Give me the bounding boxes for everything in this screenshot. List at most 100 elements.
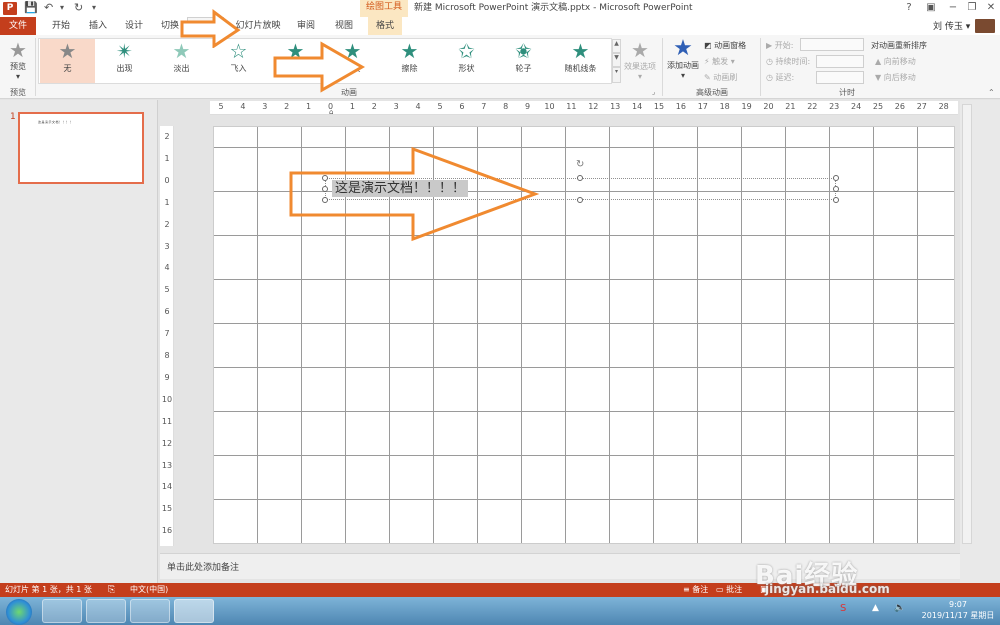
tab-slideshow[interactable]: 幻灯片放映 (232, 17, 284, 35)
ruler-tick-label: 1 (164, 197, 170, 207)
duration-label: ◷ 持续时间: (766, 57, 811, 66)
delay-input[interactable] (816, 71, 864, 84)
minimize-button[interactable]: − (944, 1, 962, 15)
taskbar-explorer-icon[interactable] (86, 599, 126, 623)
ruler-tick-label: 26 (894, 102, 905, 111)
avatar[interactable] (975, 19, 995, 33)
ruler-tick-label: 14 (632, 102, 643, 111)
animation-fly-in[interactable]: ☆ 飞入 (211, 39, 266, 83)
animation-none[interactable]: ★ 无 (40, 39, 95, 83)
ruler-tick-label: 7 (164, 329, 170, 339)
resize-handle[interactable] (833, 186, 839, 192)
collapse-ribbon-icon[interactable]: ⌃ (988, 88, 995, 97)
undo-icon[interactable]: ↶ (44, 1, 53, 15)
spellcheck-icon[interactable]: ⎘ (108, 583, 115, 597)
rotate-handle-icon[interactable]: ↻ (576, 159, 584, 170)
ruler-tick-label: 20 (763, 102, 774, 111)
notes-placeholder[interactable]: 单击此处添加备注 (167, 560, 239, 573)
volume-icon[interactable]: 🔈 (894, 603, 905, 613)
trigger-button[interactable]: ⚡ 触发 ▾ (704, 56, 735, 67)
tab-view[interactable]: 视图 (330, 17, 358, 35)
taskbar-browser-icon[interactable] (42, 599, 82, 623)
start-button[interactable] (6, 599, 32, 625)
tab-review[interactable]: 审阅 (292, 17, 320, 35)
slide-text[interactable]: 这是演示文档！！！！ (332, 180, 469, 197)
ruler-tick-label: 11 (161, 416, 173, 426)
redo-icon[interactable]: ↻ (74, 1, 83, 15)
ruler-tick-label: 5 (437, 102, 443, 111)
animation-wheel[interactable]: ✬ 轮子 (496, 39, 551, 83)
restore-button[interactable]: ❐ (963, 1, 981, 15)
gallery-scroll-up-button[interactable]: ▲ (612, 39, 621, 53)
tray-flag-icon[interactable]: ▲ (872, 603, 879, 613)
resize-handle[interactable] (833, 175, 839, 181)
user-name[interactable]: 刘 传玉 ▾ (933, 19, 970, 32)
effect-options-label: 效果选项 (624, 62, 656, 71)
save-icon[interactable]: 💾 (24, 1, 38, 15)
ruler-tick-label: 17 (697, 102, 708, 111)
resize-handle[interactable] (577, 197, 583, 203)
reorder-label: 对动画重新排序 (871, 41, 927, 50)
help-button[interactable]: ? (900, 1, 918, 15)
taskbar-powerpoint-icon[interactable] (174, 599, 214, 623)
vertical-scrollbar[interactable] (962, 104, 972, 544)
clock-time: 9:07 (949, 600, 967, 609)
dialog-launcher-icon[interactable]: ⌟ (652, 88, 655, 96)
close-button[interactable]: ✕ (982, 1, 1000, 15)
add-animation-button[interactable]: ★ 添加动画 ▾ (664, 38, 702, 81)
tab-format[interactable]: 格式 (368, 17, 402, 35)
start-select[interactable] (800, 38, 864, 51)
tab-insert[interactable]: 插入 (84, 17, 112, 35)
ruler-tick-label: 16 (675, 102, 686, 111)
tab-file[interactable]: 文件 (0, 17, 36, 35)
tab-design[interactable]: 设计 (120, 17, 148, 35)
horizontal-ruler[interactable] (210, 101, 958, 115)
tab-home[interactable]: 开始 (46, 17, 76, 35)
animation-random-bars[interactable]: ★ 随机线条 (553, 39, 608, 83)
indent-marker-icon[interactable]: ⌂ (329, 108, 333, 116)
animation-appear[interactable]: ✴ 出现 (97, 39, 152, 83)
ruler-tick-label: 12 (161, 438, 173, 448)
customize-qat-icon[interactable]: ▾ (92, 1, 96, 15)
notes-toggle-button[interactable]: ≡ 备注 (683, 583, 708, 597)
effect-options-button[interactable]: ★ 效果选项 ▾ (622, 39, 658, 81)
preview-button[interactable]: ★ 预览 ▾ (3, 39, 33, 81)
animation-label: 无 (63, 64, 72, 73)
move-later-button[interactable]: ▼ 向后移动 (875, 72, 916, 83)
ruler-tick-label: 10 (544, 102, 555, 111)
tab-transitions[interactable]: 切换 (156, 17, 184, 35)
animation-label: 随机线条 (564, 64, 597, 73)
language-status[interactable]: 中文(中国) (130, 583, 168, 597)
resize-handle[interactable] (322, 197, 328, 203)
taskbar-app-icon[interactable] (130, 599, 170, 623)
ribbon-display-button[interactable]: ▣ (922, 1, 940, 15)
move-earlier-button[interactable]: ▲ 向前移动 (875, 56, 916, 67)
animation-split[interactable]: ★ 劈裂 (325, 39, 380, 83)
gallery-more-button[interactable]: ▾ (612, 67, 621, 83)
animation-fade[interactable]: ★ 淡出 (154, 39, 209, 83)
ruler-tick-label: 3 (393, 102, 399, 111)
duration-input[interactable] (816, 55, 864, 68)
preview-star-icon: ★ (9, 38, 27, 62)
chevron-down-icon: ▾ (680, 71, 685, 80)
powerpoint-logo-icon[interactable]: P (3, 2, 17, 15)
tab-animations[interactable]: 动画 (187, 17, 224, 35)
sogou-ime-icon[interactable]: S (840, 603, 846, 614)
ruler-tick-label: 18 (719, 102, 730, 111)
animation-float-in[interactable]: ★ 浮入 (268, 39, 323, 83)
animation-painter-button[interactable]: ✎ 动画刷 (704, 72, 737, 83)
resize-handle[interactable] (322, 186, 328, 192)
resize-handle[interactable] (322, 175, 328, 181)
resize-handle[interactable] (577, 175, 583, 181)
clock[interactable]: 9:07 2019/11/17 星期日 (918, 599, 998, 621)
star-icon: ★ (400, 39, 419, 63)
gallery-scroll-down-button[interactable]: ▼ (612, 53, 621, 67)
undo-dropdown-icon[interactable]: ▾ (60, 1, 64, 15)
animation-shape[interactable]: ✩ 形状 (439, 39, 494, 83)
comments-toggle-button[interactable]: ▭ 批注 (716, 583, 742, 597)
group-label-advanced: 高级动画 (696, 88, 728, 97)
slide-thumbnail[interactable] (18, 112, 144, 184)
animation-pane-button[interactable]: ◩ 动画窗格 (704, 40, 746, 51)
resize-handle[interactable] (833, 197, 839, 203)
animation-wipe[interactable]: ★ 擦除 (382, 39, 437, 83)
